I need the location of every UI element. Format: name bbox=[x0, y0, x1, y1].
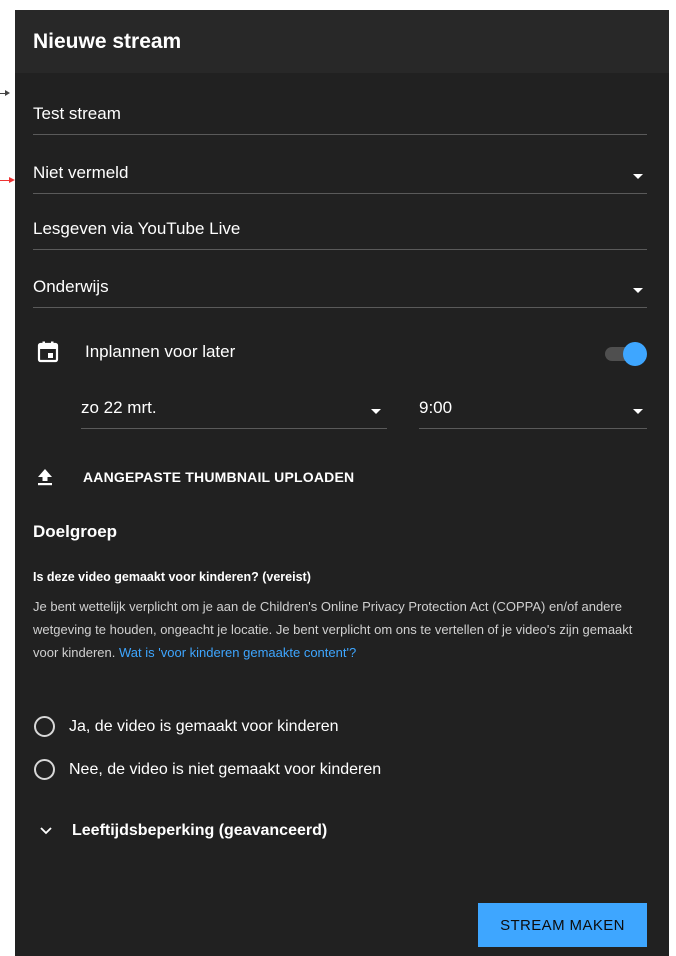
time-select[interactable]: 9:00 bbox=[419, 394, 647, 429]
dialog-title: Nieuwe stream bbox=[33, 29, 182, 53]
chevron-down-icon bbox=[40, 827, 52, 835]
upload-thumbnail-button[interactable]: AANGEPASTE THUMBNAIL UPLOADEN bbox=[37, 468, 354, 486]
description-field[interactable]: Lesgeven via YouTube Live bbox=[33, 215, 647, 250]
radio-circle bbox=[34, 759, 55, 780]
date-select[interactable]: zo 22 mrt. bbox=[81, 394, 387, 429]
audience-title: Doelgroep bbox=[33, 522, 118, 541]
dialog-header: Nieuwe stream bbox=[15, 10, 669, 73]
upload-icon bbox=[38, 469, 52, 486]
annotation-arrow bbox=[0, 90, 10, 96]
radio-no-label: Nee, de video is niet gemaakt voor kinde… bbox=[69, 760, 382, 778]
radio-yes-label: Ja, de video is gemaakt voor kinderen bbox=[69, 717, 339, 735]
category-select[interactable]: Onderwijs bbox=[33, 273, 647, 308]
dropdown-arrow-icon bbox=[633, 288, 643, 293]
schedule-toggle[interactable] bbox=[605, 341, 647, 366]
toggle-knob bbox=[623, 342, 647, 366]
dropdown-arrow-icon bbox=[371, 409, 381, 414]
time-value: 9:00 bbox=[419, 398, 453, 417]
audience-question: Is deze video gemaakt voor kinderen? (ve… bbox=[33, 570, 311, 584]
radio-circle bbox=[34, 716, 55, 737]
visibility-select[interactable]: Niet vermeld bbox=[33, 159, 647, 194]
visibility-value: Niet vermeld bbox=[33, 163, 129, 182]
audience-description: Je bent wettelijk verplicht om je aan de… bbox=[33, 595, 653, 664]
radio-made-for-kids[interactable]: Ja, de video is gemaakt voor kinderen bbox=[34, 716, 338, 737]
calendar-icon bbox=[37, 341, 59, 363]
upload-thumbnail-label: AANGEPASTE THUMBNAIL UPLOADEN bbox=[83, 469, 355, 485]
new-stream-dialog: Nieuwe stream Test stream Niet vermeld L… bbox=[15, 10, 669, 956]
description-value: Lesgeven via YouTube Live bbox=[33, 219, 241, 238]
annotation-arrow-red bbox=[0, 177, 15, 183]
age-restriction-expander[interactable]: Leeftijdsbeperking (geavanceerd) bbox=[40, 822, 327, 840]
age-restriction-label: Leeftijdsbeperking (geavanceerd) bbox=[72, 822, 328, 839]
title-field[interactable]: Test stream bbox=[33, 100, 647, 135]
title-value: Test stream bbox=[33, 104, 121, 123]
dropdown-arrow-icon bbox=[633, 174, 643, 179]
dropdown-arrow-icon bbox=[633, 409, 643, 414]
schedule-label: Inplannen voor later bbox=[85, 342, 236, 361]
kids-content-link[interactable]: Wat is 'voor kinderen gemaakte content'? bbox=[119, 645, 356, 660]
schedule-row: Inplannen voor later bbox=[37, 341, 235, 363]
date-value: zo 22 mrt. bbox=[81, 398, 157, 417]
radio-not-made-for-kids[interactable]: Nee, de video is niet gemaakt voor kinde… bbox=[34, 759, 381, 780]
create-stream-button[interactable]: STREAM MAKEN bbox=[478, 903, 647, 947]
category-value: Onderwijs bbox=[33, 277, 109, 296]
